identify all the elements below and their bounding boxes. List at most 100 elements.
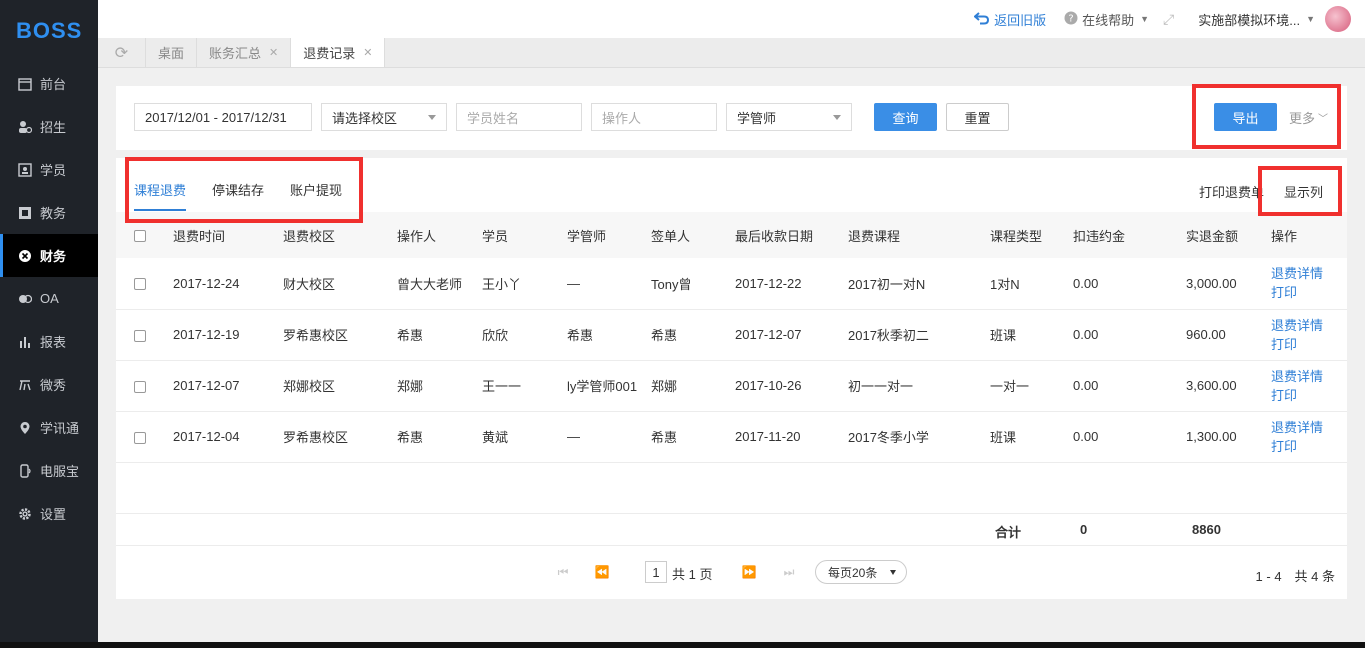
tab-refund-records[interactable]: 退费记录 ✕ — [291, 38, 386, 67]
user-menu[interactable]: 实施部模拟环境... ▼ — [1198, 6, 1357, 32]
sidebar-item-label: 设置 — [40, 507, 67, 522]
cell-penalty: 0.00 — [1073, 327, 1099, 342]
query-button[interactable]: 查询 — [874, 103, 937, 131]
summary-refund-amount: 8860 — [1192, 522, 1221, 537]
first-page-icon[interactable]: ⏮ — [550, 561, 576, 583]
cell-refund-course: 2017秋季初二 — [848, 328, 929, 343]
close-icon[interactable]: ✕ — [269, 46, 278, 59]
cell-student-manager: 希惠 — [567, 328, 594, 343]
close-icon[interactable]: ✕ — [363, 46, 372, 59]
summary-penalty: 0 — [1080, 522, 1088, 537]
chevron-down-icon — [428, 115, 436, 120]
refund-detail-link[interactable]: 退费详情 — [1271, 367, 1347, 386]
cell-student-manager: — — [567, 275, 580, 291]
cell-student-manager: ly学管师001 — [567, 379, 638, 394]
sidebar-item-label: 微秀 — [40, 378, 67, 393]
cell-last-payment-date: 2017-12-22 — [735, 275, 802, 291]
sidebar-item-student[interactable]: 学员 — [0, 148, 98, 191]
sidebar-item-report[interactable]: 报表 — [0, 320, 98, 363]
col-signer: 签单人 — [651, 228, 691, 244]
row-checkbox[interactable] — [134, 329, 146, 342]
cell-operations: 退费详情 打印 — [1271, 309, 1347, 360]
export-button[interactable]: 导出 — [1214, 103, 1277, 131]
print-link[interactable]: 打印 — [1271, 335, 1347, 354]
sidebar-item-xuexuntong[interactable]: 学讯通 — [0, 406, 98, 449]
student-name-input[interactable]: 学员姓名 — [456, 103, 582, 131]
cell-student-manager: — — [567, 429, 580, 444]
avatar[interactable] — [1325, 6, 1351, 32]
print-refund-slips-button[interactable]: 打印退费单 — [1199, 182, 1264, 201]
svg-text:?: ? — [1068, 13, 1073, 24]
row-checkbox[interactable] — [134, 278, 146, 291]
sidebar-item-recruit[interactable]: 招生 — [0, 105, 98, 148]
sidebar-item-label: 学员 — [40, 163, 67, 178]
prev-page-icon[interactable]: ⏪ — [589, 561, 615, 583]
chevron-down-icon: ﹀ — [1318, 113, 1329, 125]
cell-refund-campus: 郑娜校区 — [283, 379, 336, 394]
row-select-cell — [116, 309, 173, 360]
next-page-icon[interactable]: ⏩ — [736, 561, 762, 583]
cell-refund-course: 2017初一对N — [848, 276, 926, 292]
date-range-value: 2017/12/01 - 2017/12/31 — [145, 109, 287, 125]
cell-operations: 退费详情 打印 — [1271, 411, 1347, 462]
chevron-down-icon: ▼ — [1140, 14, 1150, 24]
tab-course-refund[interactable]: 课程退费 — [134, 180, 187, 211]
refund-detail-link[interactable]: 退费详情 — [1271, 264, 1347, 283]
sidebar-item-teaching[interactable]: 教务 — [0, 191, 98, 234]
select-all-cell — [116, 212, 173, 258]
row-checkbox[interactable] — [134, 431, 146, 444]
select-all-checkbox[interactable] — [134, 230, 146, 243]
calendar-icon — [18, 77, 32, 91]
print-link[interactable]: 打印 — [1271, 283, 1347, 302]
fullscreen-icon[interactable]: ⤢ — [1163, 11, 1174, 28]
page-tab-bar: ⟳ 桌面 账务汇总 ✕ 退费记录 ✕ — [98, 38, 1365, 68]
row-select-cell — [116, 360, 173, 411]
operator-input[interactable]: 操作人 — [591, 103, 717, 131]
role-select-value: 学管师 — [737, 110, 777, 126]
weixiu-icon — [18, 378, 32, 392]
tab-account-withdrawal[interactable]: 账户提现 — [290, 180, 342, 211]
cell-student: 欣欣 — [482, 328, 509, 343]
cell-refund-amount: 3,600.00 — [1186, 378, 1237, 393]
role-select[interactable]: 学管师 — [726, 103, 852, 131]
sidebar-item-oa[interactable]: OA — [0, 277, 98, 320]
table-row: 2017-12-07 郑娜校区 郑娜 王一一 ly学管师001 郑娜 2017-… — [116, 360, 1347, 411]
tab-account-summary[interactable]: 账务汇总 ✕ — [197, 38, 292, 67]
row-checkbox[interactable] — [134, 380, 146, 393]
cell-refund-amount: 960.00 — [1186, 327, 1226, 342]
sidebar-item-frontdesk[interactable]: 前台 — [0, 62, 98, 105]
tab-suspension-balance[interactable]: 停课结存 — [212, 180, 264, 211]
col-student: 学员 — [482, 228, 509, 244]
tab-desktop[interactable]: 桌面 — [146, 38, 198, 67]
refund-detail-link[interactable]: 退费详情 — [1271, 418, 1347, 437]
last-page-icon[interactable]: ⏭ — [776, 561, 802, 583]
phone-service-icon — [18, 463, 32, 478]
page-size-select[interactable]: 每页20条 — [815, 560, 907, 584]
print-link[interactable]: 打印 — [1271, 386, 1347, 405]
recruit-icon — [18, 120, 32, 134]
refresh-icon[interactable]: ⟳ — [98, 38, 146, 67]
show-columns-button[interactable]: 显示列 — [1284, 182, 1323, 201]
cell-refund-campus: 财大校区 — [283, 276, 336, 292]
date-range-picker[interactable]: 2017/12/01 - 2017/12/31 — [134, 103, 312, 131]
print-link[interactable]: 打印 — [1271, 437, 1347, 456]
online-help-label: 在线帮助 — [1082, 12, 1135, 28]
online-help-dropdown[interactable]: ? 在线帮助 ▼ — [1064, 10, 1149, 29]
sidebar-item-finance[interactable]: 财务 — [0, 234, 98, 277]
sidebar-item-dianfubao[interactable]: 电服宝 — [0, 449, 98, 492]
sidebar-item-weixiu[interactable]: 微秀 — [0, 363, 98, 406]
back-to-old-version-label: 返回旧版 — [994, 12, 1047, 28]
refund-detail-link[interactable]: 退费详情 — [1271, 316, 1347, 335]
more-dropdown[interactable]: 更多 ﹀ — [1289, 103, 1328, 131]
pagination: ⏮ ⏪ 1 共 1 页 ⏩ ⏭ 每页20条 1 - 4 共 4 条 — [116, 558, 1347, 588]
back-to-old-version-link[interactable]: 返回旧版 — [973, 10, 1047, 29]
row-select-cell — [116, 411, 173, 462]
cell-refund-amount: 3,000.00 — [1186, 275, 1237, 291]
tab-label: 账务汇总 — [209, 46, 262, 61]
cell-last-payment-date: 2017-12-07 — [735, 327, 802, 342]
page-number-input[interactable]: 1 — [645, 561, 667, 583]
record-count-info: 1 - 4 共 4 条 — [1255, 569, 1335, 584]
sidebar-item-settings[interactable]: 设置 — [0, 492, 98, 535]
campus-select[interactable]: 请选择校区 — [321, 103, 447, 131]
reset-button[interactable]: 重置 — [946, 103, 1009, 131]
